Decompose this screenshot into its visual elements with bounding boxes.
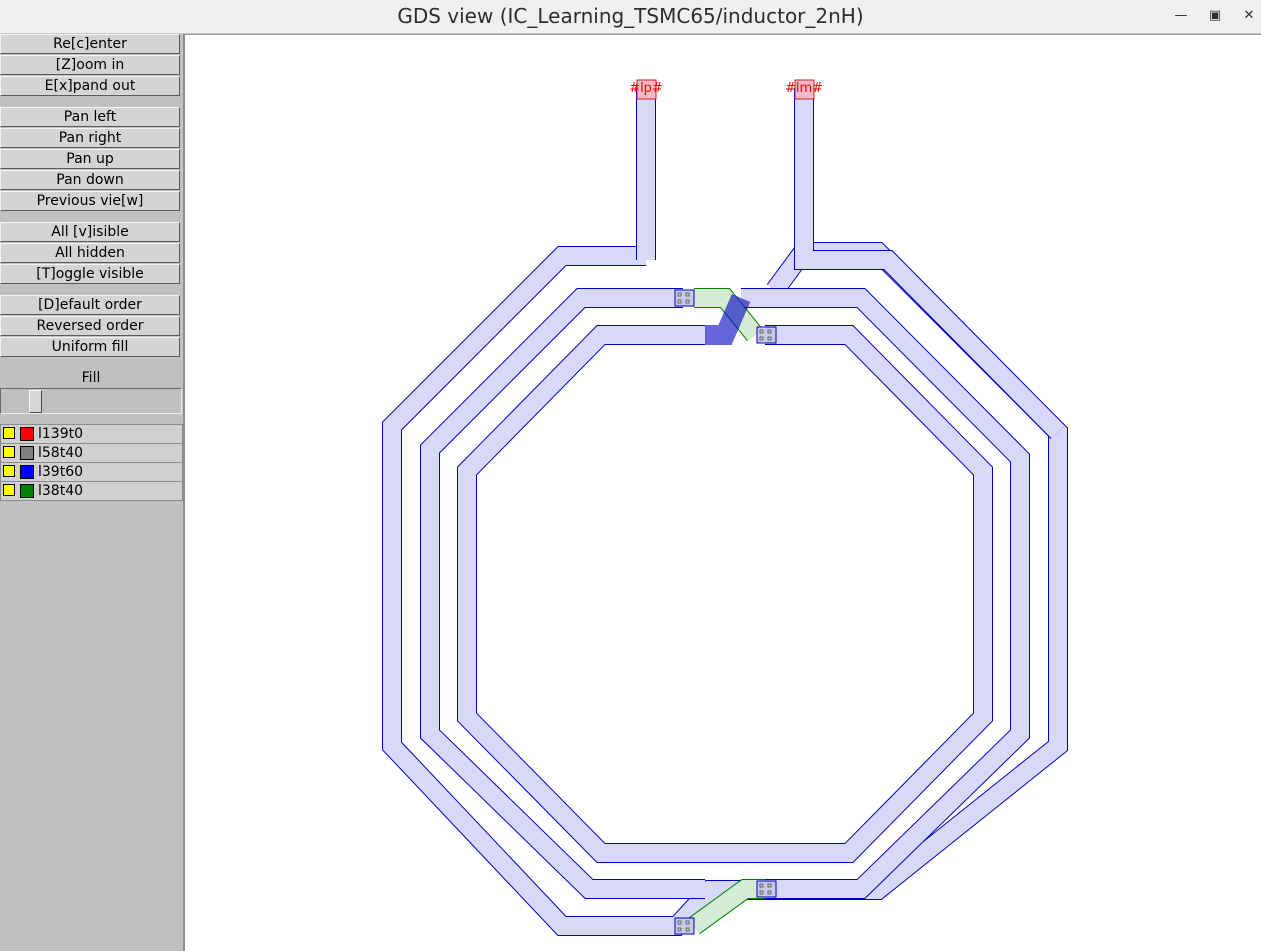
- pan-up-button[interactable]: Pan up: [0, 149, 180, 169]
- layer-color-swatch[interactable]: [20, 465, 34, 479]
- layer-row[interactable]: l38t40: [0, 481, 183, 501]
- layer-color-swatch[interactable]: [20, 427, 34, 441]
- close-icon[interactable]: ✕: [1238, 5, 1260, 27]
- via-array-top-left: [674, 289, 695, 307]
- pin-label-lp: #lp#: [629, 81, 663, 96]
- pin-lp: #lp#: [629, 79, 663, 100]
- layer-visibility-toggle[interactable]: [3, 446, 15, 458]
- via-array-bottom-right: [756, 880, 777, 898]
- layer-row[interactable]: l39t60: [0, 462, 183, 482]
- fill-slider[interactable]: [0, 388, 182, 414]
- inductor-turn-outer: [382, 242, 1068, 936]
- fill-label: Fill: [81, 370, 101, 386]
- default-order-button[interactable]: [D]efault order: [0, 295, 180, 315]
- via-array-top-right: [756, 326, 777, 344]
- control-sidebar: Re[c]enter [Z]oom in E[x]pand out Pan le…: [0, 34, 185, 951]
- layer-visibility-toggle[interactable]: [3, 465, 15, 477]
- layer-name: l58t40: [38, 445, 84, 461]
- inductor-turn-inner: [457, 325, 993, 863]
- expand-out-button[interactable]: E[x]pand out: [0, 76, 180, 96]
- zoom-in-button[interactable]: [Z]oom in: [0, 55, 180, 75]
- maximize-icon[interactable]: ▣: [1204, 5, 1226, 27]
- all-visible-button[interactable]: All [v]isible: [0, 222, 180, 242]
- toggle-visible-button[interactable]: [T]oggle visible: [0, 264, 180, 284]
- reversed-order-button[interactable]: Reversed order: [0, 316, 180, 336]
- pan-right-button[interactable]: Pan right: [0, 128, 180, 148]
- metal-trace-outer-fill: [383, 243, 1067, 935]
- layout-canvas[interactable]: #lp# #lm#: [185, 34, 1261, 951]
- all-hidden-button[interactable]: All hidden: [0, 243, 180, 263]
- pan-down-button[interactable]: Pan down: [0, 170, 180, 190]
- pin-lm: #lm#: [785, 79, 823, 100]
- pan-left-button[interactable]: Pan left: [0, 107, 180, 127]
- layer-visibility-toggle[interactable]: [3, 427, 15, 439]
- layer-name: l139t0: [38, 426, 84, 442]
- layer-visibility-toggle[interactable]: [3, 484, 15, 496]
- uniform-fill-button[interactable]: Uniform fill: [0, 337, 180, 357]
- layer-row[interactable]: l58t40: [0, 443, 183, 463]
- via-array-bottom-left: [674, 917, 695, 935]
- inductor-turn-middle: [420, 288, 1030, 899]
- layer-row[interactable]: l139t0: [0, 424, 183, 444]
- canvas-top-border: [185, 34, 1261, 35]
- layer-name: l39t60: [38, 464, 84, 480]
- previous-view-button[interactable]: Previous vie[w]: [0, 191, 180, 211]
- title-bar: GDS view (IC_Learning_TSMC65/inductor_2n…: [0, 0, 1261, 34]
- layer-color-swatch[interactable]: [20, 446, 34, 460]
- recenter-button[interactable]: Re[c]enter: [0, 34, 180, 54]
- minimize-icon[interactable]: —: [1170, 5, 1192, 27]
- fill-slider-thumb[interactable]: [29, 390, 42, 413]
- layer-color-swatch[interactable]: [20, 484, 34, 498]
- window-title: GDS view (IC_Learning_TSMC65/inductor_2n…: [397, 4, 864, 28]
- layer-name: l38t40: [38, 483, 84, 499]
- pin-label-lm: #lm#: [785, 81, 823, 96]
